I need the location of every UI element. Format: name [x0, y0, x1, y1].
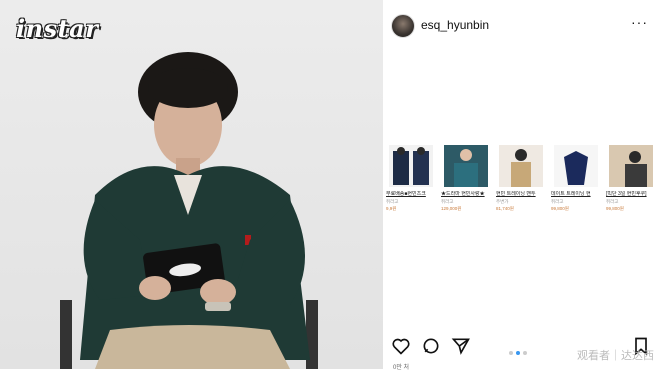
product-title: 무료배송■현빈츠크	[386, 191, 426, 197]
product-price: 81,740원	[496, 206, 514, 211]
product-card[interactable]: 현빈 트레이닝 맨투 주변가 81,740원	[496, 145, 546, 212]
product-seller: 쥐라고	[551, 199, 564, 204]
person-figure	[60, 52, 318, 369]
product-image	[609, 145, 653, 187]
product-card[interactable]: 데이트 트레이닝 현 쥐라고 99,800원	[551, 145, 601, 212]
carousel-dot-active	[516, 351, 520, 355]
product-image	[444, 145, 488, 187]
product-strip: 무료배송■현빈츠크 쥐라고 9,9원 ★드라마 현빈사랑★ 쥐라고 129,00…	[383, 145, 660, 240]
product-card[interactable]: [빅단 3일 현빈후쿠] 쥐라고 99,800원	[606, 145, 656, 212]
carousel-dot	[509, 351, 513, 355]
product-card[interactable]: ★드라마 현빈사랑★ 쥐라고 129,000원	[441, 145, 491, 212]
carousel-dot	[523, 351, 527, 355]
product-title: 데이트 트레이닝 현	[551, 191, 591, 197]
product-title: [빅단 3일 현빈후쿠]	[606, 191, 647, 197]
username[interactable]: esq_hyunbin	[421, 18, 489, 32]
product-seller: 쥐라고	[606, 199, 619, 204]
product-image	[389, 145, 433, 187]
likes-text: 0만 처	[393, 365, 410, 371]
instagram-post: esq_hyunbin ··· 무료배송■현빈츠크 쥐라고 9,9원 ★드라마 …	[383, 0, 660, 371]
product-image	[499, 145, 543, 187]
video-frame: instar	[0, 0, 383, 369]
product-price: 99,800원	[551, 206, 569, 211]
product-title: 현빈 트레이닝 맨투	[496, 191, 536, 197]
product-image	[554, 145, 598, 187]
share-icon[interactable]	[451, 336, 471, 356]
product-price: 99,800원	[606, 206, 624, 211]
product-seller: 쥐라고	[386, 199, 399, 204]
product-price: 129,000원	[441, 206, 462, 211]
product-card[interactable]: 무료배송■현빈츠크 쥐라고 9,9원	[386, 145, 436, 212]
carousel-indicator	[509, 342, 530, 360]
product-seller: 주변가	[496, 199, 509, 204]
product-title: ★드라마 현빈사랑★	[441, 191, 485, 197]
watermark: 观看者｜达达西	[577, 350, 654, 362]
avatar[interactable]	[391, 14, 415, 38]
more-options-icon[interactable]: ···	[631, 14, 648, 30]
post-header: esq_hyunbin ···	[383, 0, 660, 48]
product-seller: 쥐라고	[441, 199, 454, 204]
product-price: 9,9원	[386, 206, 397, 211]
heart-icon[interactable]	[391, 336, 411, 356]
comment-icon[interactable]	[421, 336, 441, 356]
